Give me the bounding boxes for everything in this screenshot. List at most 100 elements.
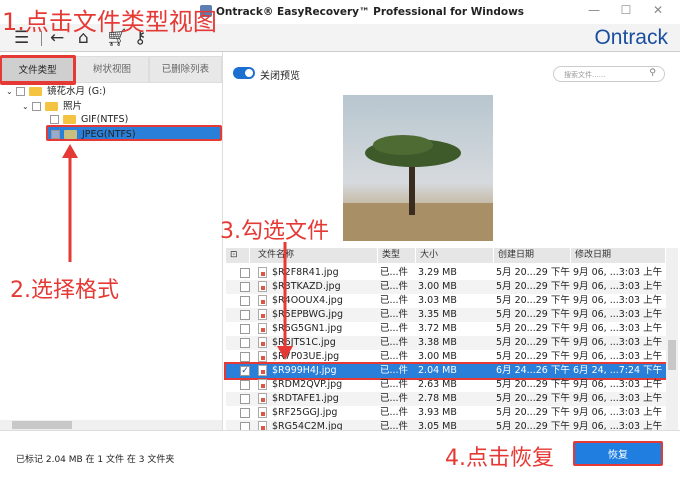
cell-name: $R999H4J.jpg	[272, 365, 337, 376]
row-checkbox[interactable]	[240, 268, 250, 278]
checkbox[interactable]	[32, 102, 41, 111]
table-row[interactable]: $R2F8R41.jpg 已...件 3.29 MB 5月 20...29 下午 9月 …	[226, 266, 666, 280]
cell-modified: 9月 06, ...3:03 上午	[573, 309, 663, 320]
row-checkbox[interactable]	[240, 338, 250, 348]
maximize-button[interactable]: ☐	[614, 3, 638, 21]
row-checkbox[interactable]	[240, 380, 250, 390]
column-header-created[interactable]: 创建日期	[494, 248, 571, 263]
table-row[interactable]: $R4OOUX4.jpg 已...件 3.03 MB 5月 20...29 下午 9月 …	[226, 294, 666, 308]
select-all-header[interactable]: ⊡	[226, 248, 250, 263]
image-preview	[343, 95, 493, 241]
row-checkbox[interactable]	[240, 394, 250, 404]
table-row[interactable]: $R6JTS1C.jpg 已...件 3.38 MB 5月 20...29 下午 9月 …	[226, 336, 666, 350]
folder-icon	[63, 115, 76, 124]
file-icon	[258, 337, 267, 348]
row-checkbox[interactable]	[240, 282, 250, 292]
cell-type: 已...件	[380, 281, 409, 292]
tab-tree-view[interactable]: 树状视图	[75, 56, 149, 83]
search-input[interactable]: 搜索文件...... ⚲	[553, 66, 665, 82]
cell-modified: 9月 06, ...3:03 上午	[573, 295, 663, 306]
scrollbar-thumb[interactable]	[668, 340, 676, 370]
cell-type: 已...件	[380, 295, 409, 306]
row-checkbox[interactable]: ✓	[240, 366, 250, 376]
annotation-step-1: 1.点击文件类型视图	[2, 8, 217, 36]
row-checkbox[interactable]	[240, 324, 250, 334]
folder-icon	[29, 87, 42, 96]
file-icon	[258, 323, 267, 334]
row-checkbox[interactable]	[240, 352, 250, 362]
minimize-button[interactable]: —	[582, 3, 606, 21]
tab-deleted-list[interactable]: 已删除列表	[148, 56, 222, 83]
search-icon[interactable]: ⚲	[649, 68, 656, 78]
checkbox[interactable]	[50, 115, 59, 124]
tree-label: 镜花水月 (G:)	[47, 86, 106, 97]
checkbox[interactable]	[51, 130, 60, 139]
table-row[interactable]: $R7P03UE.jpg 已...件 3.00 MB 5月 20...29 下午 9月 …	[226, 350, 666, 364]
table-row[interactable]: $R6G5GN1.jpg 已...件 3.72 MB 5月 20...29 下午 9月 …	[226, 322, 666, 336]
ontrack-logo: Ontrack	[594, 26, 668, 49]
table-row[interactable]: $R5EPBWG.jpg 已...件 3.35 MB 5月 20...29 下午 9月 …	[226, 308, 666, 322]
row-checkbox[interactable]	[240, 310, 250, 320]
close-button[interactable]: ✕	[646, 3, 670, 21]
cell-created: 5月 20...29 下午	[496, 379, 570, 390]
cell-type: 已...件	[380, 267, 409, 278]
cell-created: 5月 20...29 下午	[496, 281, 570, 292]
cell-name: $R2F8R41.jpg	[272, 267, 339, 278]
cell-type: 已...件	[380, 323, 409, 334]
file-icon	[258, 267, 267, 278]
annotation-step-3: 3.勾选文件	[220, 219, 329, 244]
file-icon	[258, 379, 267, 390]
cell-size: 3.00 MB	[418, 281, 457, 292]
checkbox[interactable]	[16, 87, 25, 96]
tree-item-drive[interactable]: ⌄ 镜花水月 (G:)	[6, 84, 106, 99]
chevron-down-icon[interactable]: ⌄	[6, 84, 16, 99]
cell-name: $R3TKAZD.jpg	[272, 281, 341, 292]
cell-size: 3.00 MB	[418, 351, 457, 362]
cell-type: 已...件	[380, 337, 409, 348]
table-row[interactable]: $R3TKAZD.jpg 已...件 3.00 MB 5月 20...29 下午 9月 …	[226, 280, 666, 294]
column-header-modified[interactable]: 修改日期	[571, 248, 666, 263]
cell-name: $R7P03UE.jpg	[272, 351, 340, 362]
recover-button[interactable]: 恢复	[573, 441, 663, 466]
window-title: Ontrack® EasyRecovery™ Professional for …	[216, 6, 525, 18]
cell-name: $R4OOUX4.jpg	[272, 295, 343, 306]
cell-modified: 9月 06, ...3:03 上午	[573, 267, 663, 278]
table-row[interactable]: $RDM2QVP.jpg 已...件 2.63 MB 5月 20...29 下午 9月 …	[226, 378, 666, 392]
row-checkbox[interactable]	[240, 296, 250, 306]
cell-size: 3.29 MB	[418, 267, 457, 278]
cell-modified: 9月 06, ...3:03 上午	[573, 337, 663, 348]
annotation-step-4: 4.点击恢复	[445, 446, 554, 471]
table-row[interactable]: $RF25GGJ.jpg 已...件 3.93 MB 5月 20...29 下午 9月 …	[226, 406, 666, 420]
cell-created: 5月 20...29 下午	[496, 337, 570, 348]
cell-created: 5月 20...29 下午	[496, 407, 570, 418]
preview-toggle[interactable]	[233, 67, 255, 79]
cell-name: $RF25GGJ.jpg	[272, 407, 338, 418]
annotation-step-2: 2.选择格式	[10, 278, 119, 303]
tree-label: JPEG(NTFS)	[82, 129, 136, 140]
cell-type: 已...件	[380, 365, 409, 376]
status-text: 已标记 2.04 MB 在 1 文件 在 3 文件夹	[16, 455, 175, 465]
cell-modified: 9月 06, ...3:03 上午	[573, 393, 663, 404]
chevron-down-icon[interactable]: ⌄	[22, 99, 32, 114]
cell-modified: 9月 06, ...3:03 上午	[573, 407, 663, 418]
tree-photo	[343, 135, 493, 241]
file-icon	[258, 393, 267, 404]
vertical-scrollbar[interactable]	[666, 248, 678, 430]
cell-size: 3.38 MB	[418, 337, 457, 348]
horizontal-scrollbar[interactable]	[0, 420, 222, 430]
table-row[interactable]: $RDTAFE1.jpg 已...件 2.78 MB 5月 20...29 下午 9月 …	[226, 392, 666, 406]
table-row[interactable]: ✓ $R999H4J.jpg 已...件 2.04 MB 6月 24...26 下午 6月…	[224, 362, 668, 380]
cell-created: 5月 20...29 下午	[496, 267, 570, 278]
file-icon	[258, 365, 267, 376]
column-header-name[interactable]: 文件名称	[250, 248, 378, 263]
file-icon	[258, 295, 267, 306]
column-header-size[interactable]: 大小	[416, 248, 494, 263]
cell-created: 5月 20...29 下午	[496, 393, 570, 404]
cell-type: 已...件	[380, 309, 409, 320]
row-checkbox[interactable]	[240, 408, 250, 418]
cell-size: 2.78 MB	[418, 393, 457, 404]
cell-size: 2.04 MB	[418, 365, 457, 376]
cell-name: $R5EPBWG.jpg	[272, 309, 344, 320]
tree-item-jpeg[interactable]: JPEG(NTFS)	[46, 125, 222, 141]
column-header-type[interactable]: 类型	[378, 248, 416, 263]
